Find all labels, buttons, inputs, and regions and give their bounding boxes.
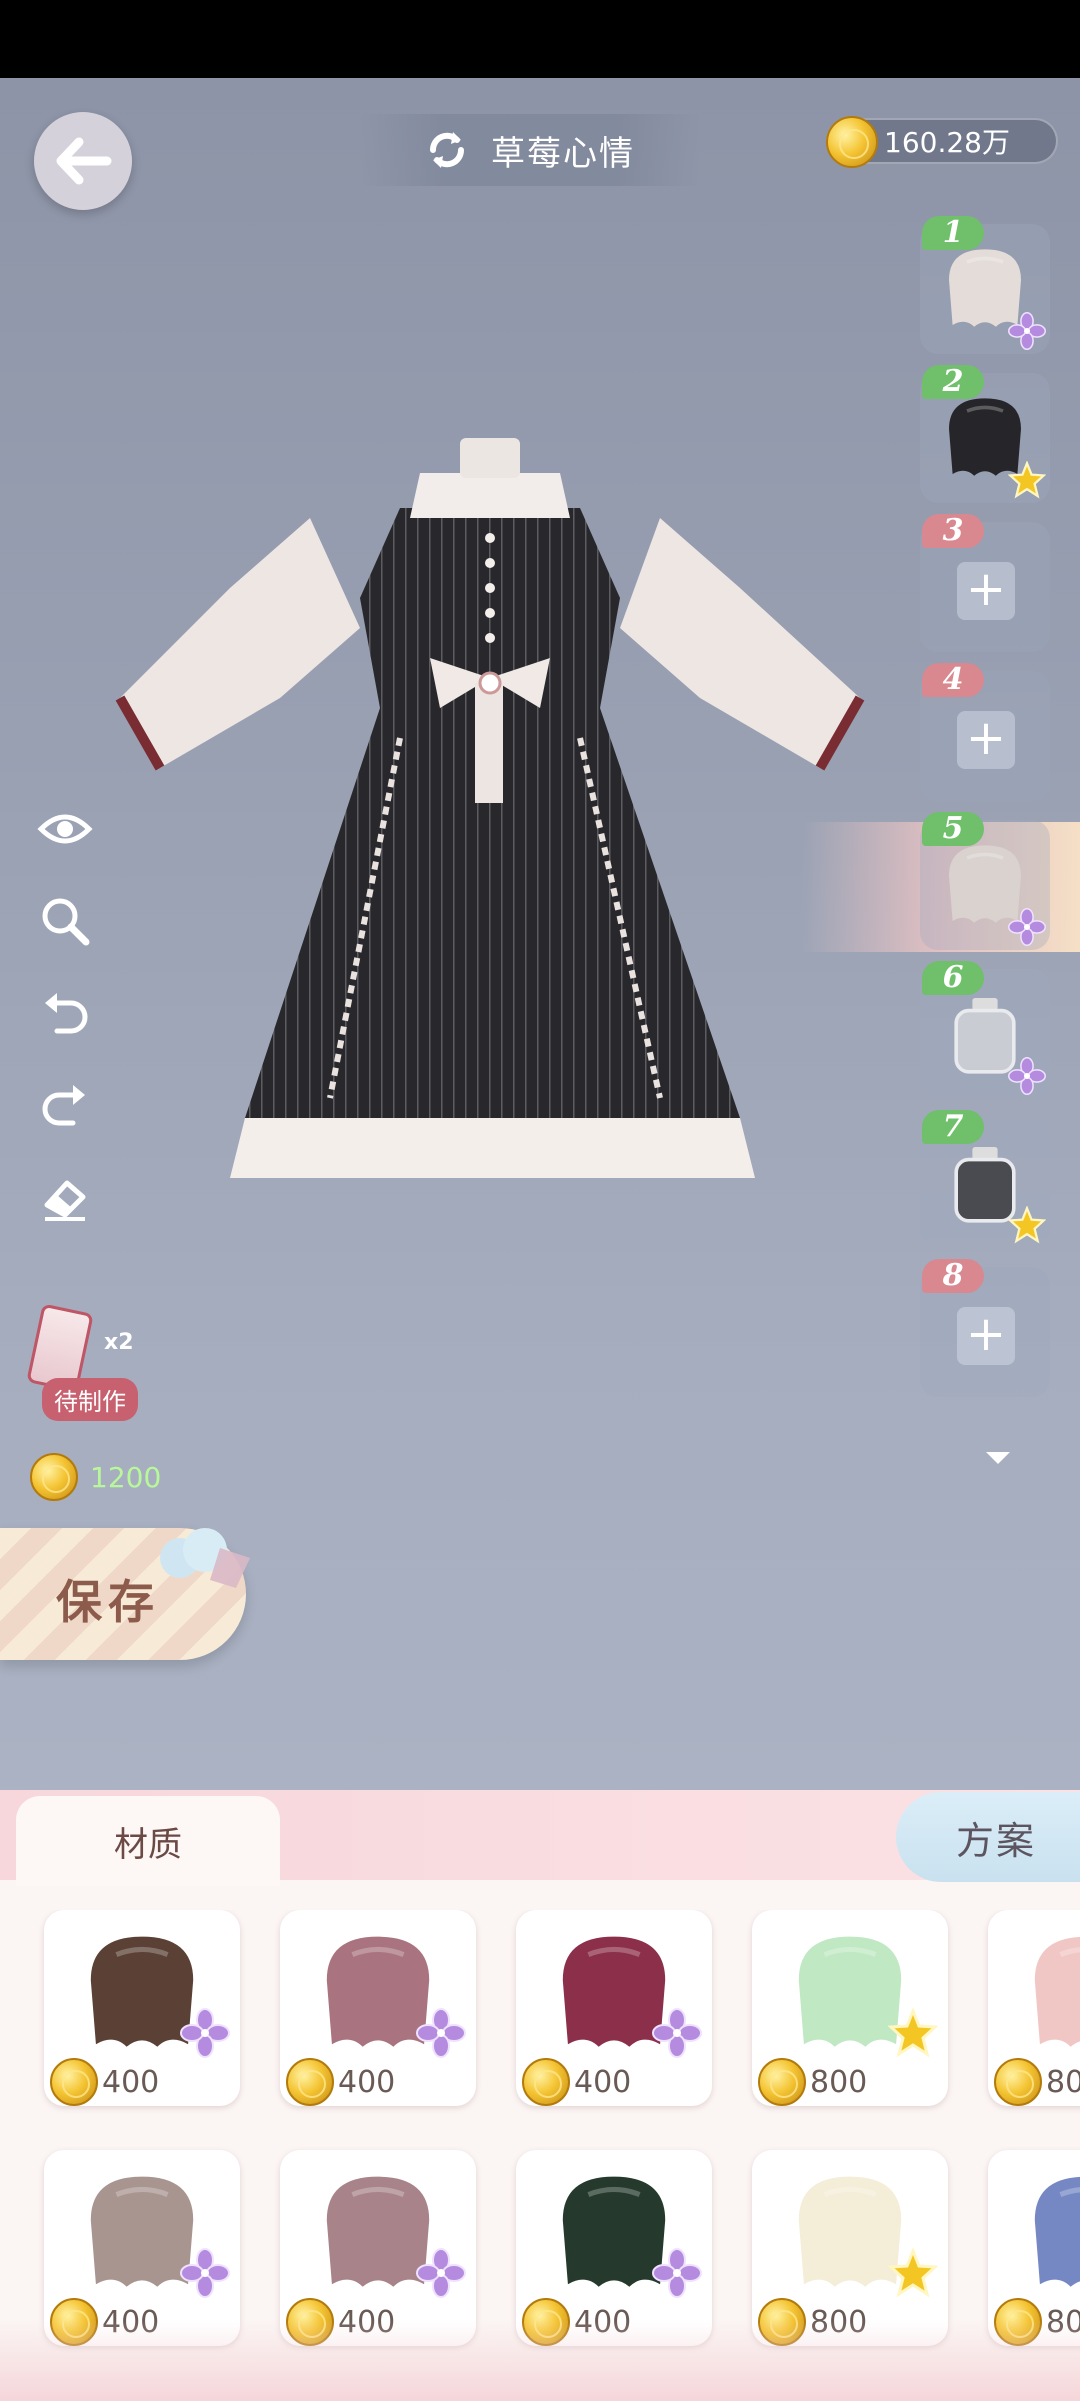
coin-icon [826,116,878,168]
slot-column: 1 2 3 +4 +5 6 7 8 + [920,216,1050,1416]
gold-rarity-icon [1008,461,1046,499]
material-card[interactable]: 800 [752,2150,948,2346]
undo-button[interactable] [34,982,96,1044]
material-card[interactable]: 400 [44,1910,240,2106]
dye-slot-4[interactable]: 4 + [920,663,1050,801]
tab-material[interactable]: 材质 [16,1796,280,1886]
coin-icon [30,1453,78,1501]
craft-cost: 1200 [30,1453,161,1501]
magnifier-icon [42,898,90,946]
dye-slot-5[interactable]: 5 [920,812,1050,950]
coin-balance-value: 160.28万 [884,126,1010,159]
purple-rarity-icon [1008,312,1046,350]
pending-count: x2 [104,1330,134,1355]
fabric-swatch-icon [1034,2176,1080,2287]
dye-slot-3[interactable]: 3 + [920,514,1050,652]
material-price: 400 [50,2058,159,2106]
purple-rarity-icon [1008,1057,1046,1095]
slot-number: 3 [922,514,984,548]
coin-icon [758,2058,806,2106]
gold-rarity-icon [888,2248,938,2298]
dye-slot-7[interactable]: 7 [920,1110,1050,1248]
add-slot-icon: + [957,562,1015,620]
dress-stage: 草莓心情 160.28万 x2 待制作 1200 保存 1 2 3 + 4 + … [0,78,1080,1790]
material-grid: 4004004008008040040040080080 [0,1910,1080,2390]
pending-craft[interactable]: x2 待制作 [26,1303,158,1428]
material-price: 800 [758,2058,867,2106]
tool-column [34,798,96,1258]
dress-preview[interactable] [100,378,880,1238]
material-card[interactable]: 400 [280,2150,476,2346]
bottom-decoration [0,2320,1080,2401]
material-price-value: 80 [1046,2064,1080,2100]
material-card[interactable]: 80 [988,1910,1080,2106]
purple-rarity-icon [416,2008,466,2058]
dye-slot-8[interactable]: 8 + [920,1259,1050,1397]
coin-icon [50,2058,98,2106]
material-price: 80 [994,2058,1080,2106]
eraser-button[interactable] [34,1166,96,1228]
material-panel: 材质 方案 4004004008008040040040080080 [0,1790,1080,2401]
material-card[interactable]: 400 [516,2150,712,2346]
material-price: 400 [286,2058,395,2106]
outfit-title: 草莓心情 [491,133,635,174]
material-price: 400 [522,2058,631,2106]
purple-rarity-icon [652,2008,702,2058]
tab-plan[interactable]: 方案 [896,1792,1080,1882]
save-label: 保存 [56,1575,160,1629]
cloud-decoration-icon [160,1528,250,1588]
purple-rarity-icon [180,2248,230,2298]
eraser-icon [44,1180,86,1221]
fabric-swatch-icon [1034,1936,1080,2047]
scroll-down-icon[interactable] [986,1452,1010,1464]
material-card[interactable]: 400 [280,1910,476,2106]
purple-rarity-icon [652,2248,702,2298]
gold-rarity-icon [1008,1206,1046,1244]
purple-rarity-icon [416,2248,466,2298]
purple-rarity-icon [180,2008,230,2058]
back-button[interactable] [34,112,132,210]
craft-cost-value: 1200 [90,1460,162,1494]
slot-number: 4 [922,663,984,697]
material-price-value: 400 [574,2064,632,2100]
zoom-button[interactable] [34,890,96,952]
dye-slot-1[interactable]: 1 [920,216,1050,354]
undo-icon [45,993,88,1034]
coin-icon [994,2058,1042,2106]
eye-icon [37,814,93,844]
slot-number: 8 [922,1259,984,1293]
gold-rarity-icon [888,2008,938,2058]
material-card[interactable]: 800 [752,1910,948,2106]
redo-icon [42,1085,85,1126]
dye-slot-6[interactable]: 6 [920,961,1050,1099]
material-price-value: 400 [338,2064,396,2100]
material-price-value: 800 [810,2064,868,2100]
pending-label: 待制作 [42,1378,138,1421]
status-bar [0,0,1080,78]
preview-toggle[interactable] [34,798,96,860]
purple-rarity-icon [1008,908,1046,946]
material-card[interactable]: 80 [988,2150,1080,2346]
dye-slot-2[interactable]: 2 [920,365,1050,503]
coin-icon [286,2058,334,2106]
coin-icon [522,2058,570,2106]
material-price-value: 400 [102,2064,160,2100]
add-slot-icon: + [957,711,1015,769]
refresh-icon[interactable] [425,128,469,172]
material-card[interactable]: 400 [516,1910,712,2106]
add-slot-icon: + [957,1307,1015,1365]
outfit-title-bar[interactable]: 草莓心情 [360,114,700,186]
back-arrow-icon [56,137,112,185]
redo-button[interactable] [34,1074,96,1136]
coin-balance[interactable]: 160.28万 [826,116,1058,168]
material-card[interactable]: 400 [44,2150,240,2346]
